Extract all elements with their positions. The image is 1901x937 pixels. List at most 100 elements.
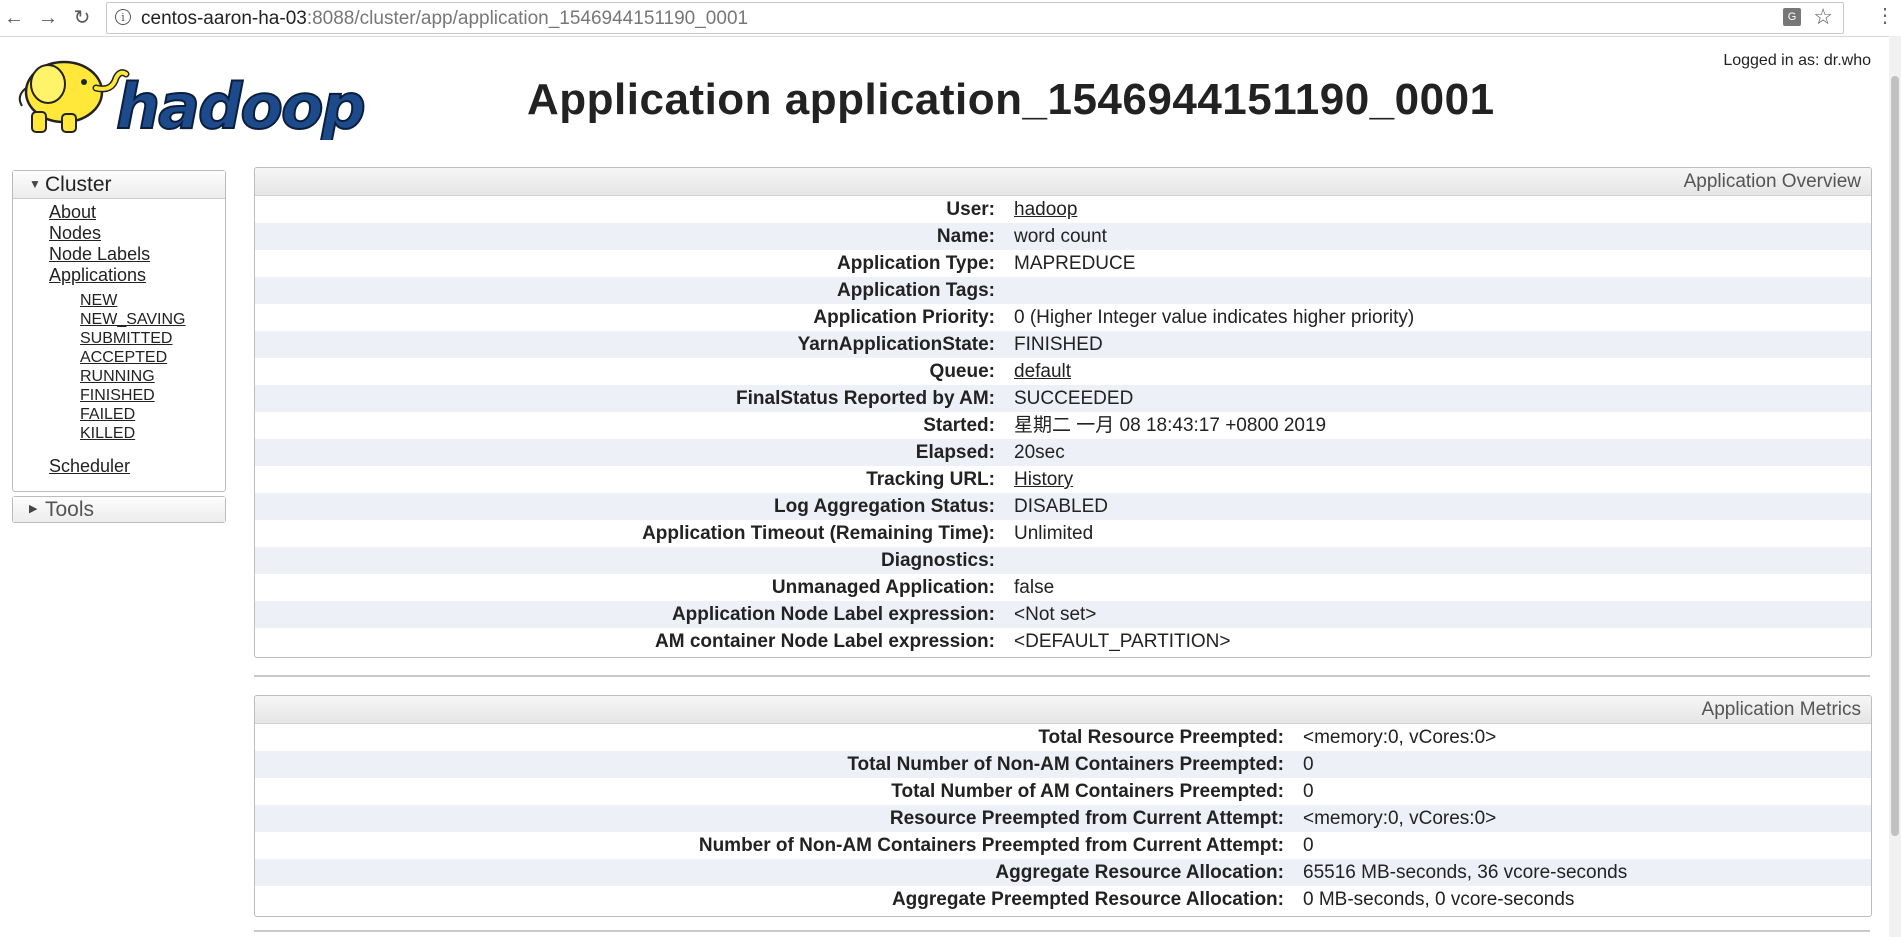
nav-link-nodes[interactable]: Nodes [49,223,101,244]
overview-row: Application Type: MAPREDUCE [255,250,1871,277]
nav-link-node-labels[interactable]: Node Labels [49,244,150,265]
forward-icon[interactable]: → [36,6,60,30]
overview-label: AM container Node Label expression: [655,631,995,652]
bookmark-star-icon[interactable]: ☆ [1813,4,1833,30]
overview-row: Application Priority: 0 (Higher Integer v… [255,304,1871,331]
app-state-accepted[interactable]: ACCEPTED [80,349,167,367]
overview-row: Application Timeout (Remaining Time): Unl… [255,520,1871,547]
overview-row: Started: 星期二 一月 08 18:43:17 +0800 2019 [255,412,1871,439]
info-icon[interactable]: i [115,9,131,25]
logo-wordmark: hadoop [116,70,364,140]
url-text[interactable]: centos-aaron-ha-03:8088/cluster/app/appl… [141,8,748,30]
overview-value: DISABLED [1014,496,1108,517]
nav-link-about[interactable]: About [49,202,96,223]
browser-toolbar: ← → ↻ i centos-aaron-ha-03:8088/cluster/… [0,0,1901,37]
metrics-row: Total Resource Preempted: <memory:0, vCor… [255,724,1871,751]
metrics-row: Total Number of Non-AM Containers Preemp… [255,751,1871,778]
overview-label: Queue: [929,361,995,382]
overview-label: Log Aggregation Status: [774,496,995,517]
url-host: centos-aaron-ha-03 [141,8,307,29]
metrics-label: Aggregate Preempted Resource Allocation: [891,889,1284,910]
url-path: :8088/cluster/app/application_1546944151… [306,8,749,29]
overview-value-link[interactable]: History [1014,466,1073,493]
metrics-rows: Total Resource Preempted: <memory:0, vCor… [255,724,1871,913]
app-state-submitted[interactable]: SUBMITTED [80,330,172,348]
tools-nav-panel[interactable]: ▶ Tools [12,496,226,523]
metrics-heading: Application Metrics [255,696,1871,724]
back-icon[interactable]: ← [2,6,26,30]
metrics-label: Aggregate Resource Allocation: [995,862,1284,883]
overview-label: Diagnostics: [880,550,995,571]
metrics-label: Total Number of Non-AM Containers Preemp… [847,754,1284,775]
collapsed-triangle-icon: ▶ [29,503,38,515]
overview-label: User: [946,199,995,220]
overview-value: Unlimited [1014,523,1094,544]
overview-value: <Not set> [1014,604,1097,625]
overview-value-link[interactable]: hadoop [1014,196,1077,223]
metrics-value: 65516 MB-seconds, 36 vcore-seconds [1303,862,1628,883]
overview-value: FINISHED [1014,334,1103,355]
metrics-value: 0 [1303,781,1314,802]
app-state-running[interactable]: RUNNING [80,368,155,386]
app-state-killed[interactable]: KILLED [80,425,135,443]
overview-row: Diagnostics: [255,547,1871,574]
overview-label: Tracking URL: [866,469,995,490]
overview-row: Application Node Label expression: <Not s… [255,601,1871,628]
overview-value: MAPREDUCE [1014,253,1136,274]
section-divider-bottom [254,930,1870,932]
translate-icon[interactable]: G [1783,8,1801,26]
overview-row: Elapsed: 20sec [255,439,1871,466]
overview-row: YarnApplicationState: FINISHED [255,331,1871,358]
overview-row: Name: word count [255,223,1871,250]
overview-label: Unmanaged Application: [771,577,995,598]
reload-icon[interactable]: ↻ [70,6,94,30]
overview-value-link[interactable]: default [1014,358,1071,385]
overview-row: FinalStatus Reported by AM: SUCCEEDED [255,385,1871,412]
overview-rows: User: hadoop Name: word count Application Ty… [255,196,1871,655]
overview-label: Started: [923,415,995,436]
metrics-value: 0 [1303,835,1314,856]
tools-section-header[interactable]: ▶ Tools [13,497,225,522]
cluster-nav-panel: ▼ Cluster About Nodes Node Labels Applic… [12,170,226,492]
overview-label: Application Tags: [837,280,995,301]
expanded-triangle-icon: ▼ [29,177,41,191]
overview-value: SUCCEEDED [1014,388,1134,409]
overview-value: 星期二 一月 08 18:43:17 +0800 2019 [1014,415,1327,436]
metrics-label: Number of Non-AM Containers Preempted fr… [698,835,1284,856]
metrics-row: Total Number of AM Containers Preempted:… [255,778,1871,805]
metrics-value: 0 MB-seconds, 0 vcore-seconds [1303,889,1575,910]
overview-label: Application Timeout (Remaining Time): [642,523,995,544]
overview-row: Application Tags: [255,277,1871,304]
page-scrollbar[interactable] [1889,36,1901,937]
metrics-row: Aggregate Resource Allocation: 65516 MB-s… [255,859,1871,886]
overview-value: 20sec [1014,442,1065,463]
address-bar[interactable]: i centos-aaron-ha-03:8088/cluster/app/ap… [106,2,1844,34]
metrics-value: 0 [1303,754,1314,775]
metrics-label: Total Number of AM Containers Preempted: [891,781,1284,802]
nav-link-scheduler[interactable]: Scheduler [49,456,130,477]
metrics-value: <memory:0, vCores:0> [1303,808,1497,829]
overview-row: AM container Node Label expression: <DEFA… [255,628,1871,655]
overview-row: Tracking URL: History [255,466,1871,493]
overview-label: Name: [936,226,995,247]
metrics-row: Number of Non-AM Containers Preempted fr… [255,832,1871,859]
overview-row: Queue: default [255,358,1871,385]
app-state-finished[interactable]: FINISHED [80,387,155,405]
metrics-label: Total Resource Preempted: [1038,727,1284,748]
app-state-new[interactable]: NEW [80,292,117,310]
elephant-icon [18,60,130,133]
browser-menu-icon[interactable]: ⋮ [1875,6,1895,26]
application-overview-block: Application Overview User: hadoop Name: wor… [254,167,1872,658]
overview-label: YarnApplicationState: [797,334,995,355]
app-state-failed[interactable]: FAILED [80,406,135,424]
cluster-section-header[interactable]: ▼ Cluster [13,171,225,199]
app-state-new-saving[interactable]: NEW_SAVING [80,311,186,329]
metrics-label: Resource Preempted from Current Attempt: [889,808,1284,829]
hadoop-logo[interactable]: hadoop [12,48,386,140]
logged-in-user: Logged in as: dr.who [1723,52,1871,69]
scrollbar-thumb[interactable] [1891,76,1899,836]
nav-link-applications[interactable]: Applications [49,265,146,286]
metrics-row: Aggregate Preempted Resource Allocation:… [255,886,1871,913]
page-title: Application application_1546944151190_00… [527,75,1495,124]
overview-label: Elapsed: [915,442,995,463]
